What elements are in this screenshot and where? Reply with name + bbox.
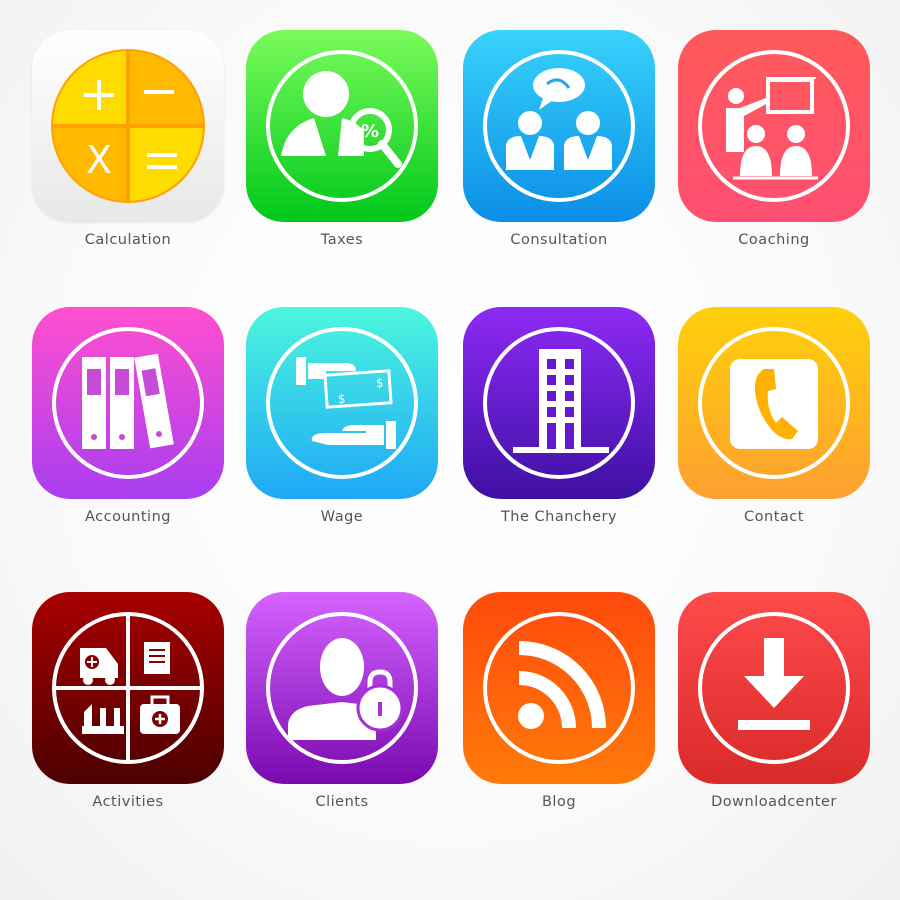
- app-tile-blog[interactable]: Blog: [463, 592, 655, 810]
- app-tile-taxes[interactable]: % Taxes: [246, 30, 438, 248]
- app-tile-consultation[interactable]: Consultation: [463, 30, 655, 248]
- svg-text:$: $: [376, 376, 384, 390]
- app-label: Contact: [744, 509, 804, 525]
- svg-text:$: $: [338, 392, 346, 406]
- download-icon[interactable]: [678, 592, 870, 784]
- app-label: Calculation: [84, 232, 172, 248]
- app-label: Downloadcenter: [711, 794, 837, 810]
- app-label: The Chanchery: [500, 509, 618, 525]
- calculator-icon[interactable]: X: [32, 30, 224, 222]
- app-label: Taxes: [320, 232, 364, 248]
- user-lock-icon[interactable]: [246, 592, 438, 784]
- app-tile-clients[interactable]: Clients: [246, 592, 438, 810]
- app-label: Activities: [92, 794, 164, 810]
- app-tile-calculation[interactable]: X Calculation: [32, 30, 224, 248]
- app-label: Coaching: [738, 232, 810, 248]
- activities-icon[interactable]: [32, 592, 224, 784]
- app-tile-downloadcenter[interactable]: Downloadcenter: [678, 592, 870, 810]
- app-label: Consultation: [510, 232, 608, 248]
- app-tile-wage[interactable]: $ $ Wage: [246, 307, 438, 525]
- app-tile-activities[interactable]: Activities: [32, 592, 224, 810]
- building-icon[interactable]: [463, 307, 655, 499]
- app-label: Clients: [315, 794, 369, 810]
- app-label: Accounting: [85, 509, 171, 525]
- app-tile-accounting[interactable]: Accounting: [32, 307, 224, 525]
- app-label: Blog: [541, 794, 577, 810]
- consultation-icon[interactable]: [463, 30, 655, 222]
- rss-icon[interactable]: [463, 592, 655, 784]
- coaching-icon[interactable]: [678, 30, 870, 222]
- money-hands-icon[interactable]: $ $: [246, 307, 438, 499]
- tax-search-icon[interactable]: %: [246, 30, 438, 222]
- app-tile-contact[interactable]: Contact: [678, 307, 870, 525]
- app-tile-the-chanchery[interactable]: The Chanchery: [463, 307, 655, 525]
- binders-icon[interactable]: [32, 307, 224, 499]
- svg-text:X: X: [86, 138, 112, 182]
- app-tile-coaching[interactable]: Coaching: [678, 30, 870, 248]
- phone-icon[interactable]: [678, 307, 870, 499]
- app-label: Wage: [320, 509, 364, 525]
- svg-text:%: %: [361, 121, 379, 142]
